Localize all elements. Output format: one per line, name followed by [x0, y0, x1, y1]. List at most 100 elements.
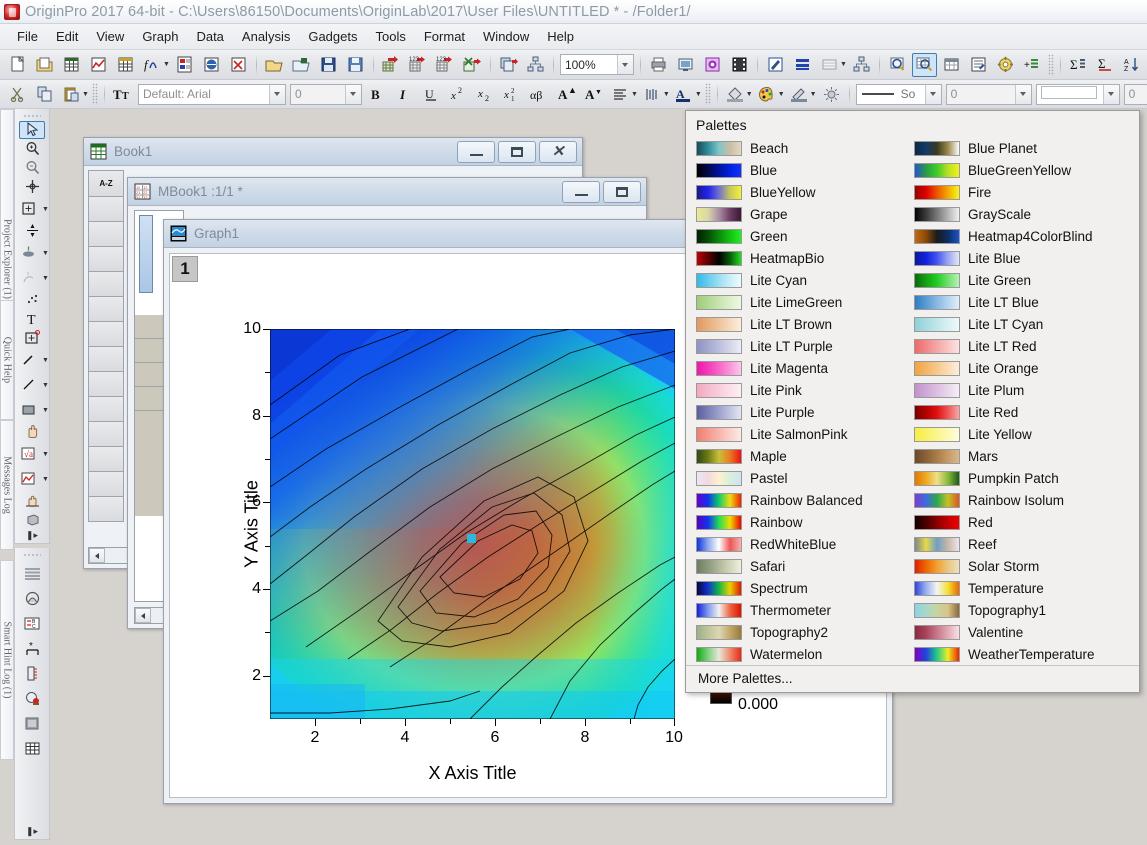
scatter-icon[interactable] [19, 291, 45, 309]
book1-minimize-button[interactable] [457, 140, 495, 163]
palette-item[interactable]: Lite SalmonPink [692, 423, 910, 445]
add-color-icon[interactable] [19, 686, 45, 710]
paste-icon[interactable] [59, 82, 84, 106]
palette-item[interactable]: Pastel [692, 467, 910, 489]
row-header-cell[interactable] [88, 472, 124, 497]
speed-mode-icon[interactable] [19, 586, 45, 610]
merge-graph-icon[interactable] [817, 53, 842, 77]
menu-item-data[interactable]: Data [187, 26, 232, 47]
palette-item[interactable]: Rainbow Isolum [910, 489, 1128, 511]
x-axis-title[interactable]: X Axis Title [270, 763, 675, 784]
palette-item[interactable]: Maple [692, 445, 910, 467]
palette-item[interactable]: Lite LT Red [910, 335, 1128, 357]
line-style-combo[interactable]: So [855, 83, 942, 105]
menu-item-tools[interactable]: Tools [367, 26, 415, 47]
palette-item[interactable]: Lite LT Blue [910, 291, 1128, 313]
text-tool-icon[interactable]: T [19, 310, 45, 328]
more-palettes-item[interactable]: More Palettes... [694, 669, 797, 688]
line-width-combo[interactable]: 0 [945, 83, 1032, 105]
hierarchy-icon[interactable] [523, 53, 548, 77]
palette-dropdown-popup[interactable]: Palettes Beach Blue BlueYellow Grape Green He… [685, 110, 1140, 693]
cut-icon[interactable] [5, 82, 30, 106]
menu-item-window[interactable]: Window [474, 26, 538, 47]
fill-color-icon[interactable] [723, 82, 748, 106]
book1-titlebar[interactable]: Book1 ✕ [84, 138, 582, 166]
row-header-cell[interactable] [88, 422, 124, 447]
statistics-icon[interactable]: Σ [1066, 53, 1091, 77]
new-excel-icon[interactable] [226, 53, 251, 77]
duplicate-icon[interactable] [496, 53, 521, 77]
zoom-out-tool-icon[interactable] [19, 159, 45, 177]
palette-item[interactable]: Lite Magenta [692, 357, 910, 379]
add-layer-icon[interactable]: + [1020, 53, 1045, 77]
chevron-down-icon[interactable] [268, 84, 285, 104]
mbook1-titlebar[interactable]: 11 12 21 22 31 32 MBook1 :1/1 * [128, 178, 646, 206]
mbook1-vertical-scrollbar[interactable] [139, 215, 153, 293]
import-excel-icon[interactable] [460, 53, 485, 77]
menu-item-edit[interactable]: Edit [47, 26, 87, 47]
palette-item[interactable]: Lite LT Brown [692, 313, 910, 335]
annotation-icon[interactable] [763, 53, 788, 77]
palette-icon[interactable] [755, 82, 780, 106]
decrease-font-icon[interactable]: A ▼ [581, 82, 606, 106]
color-scale-icon[interactable] [19, 661, 45, 685]
rectangle-tool-icon[interactable] [15, 398, 41, 422]
layer-contents-icon[interactable] [19, 561, 45, 585]
chevron-down-icon[interactable]: ▼ [42, 407, 49, 414]
bold-icon[interactable]: B [365, 82, 390, 106]
worksheet-icon[interactable] [939, 53, 964, 77]
toolbar-grip-2[interactable] [23, 553, 41, 558]
palette-item[interactable]: Watermelon [692, 643, 910, 665]
grid-table-icon[interactable] [19, 736, 45, 760]
lightbulb-icon[interactable] [819, 82, 844, 106]
palette-item[interactable]: Rainbow Balanced [692, 489, 910, 511]
import-single-ascii-icon[interactable]: 123 [406, 53, 431, 77]
line-color-icon[interactable] [787, 82, 812, 106]
smart-hint-log-dock[interactable]: Smart Hint Log (1) [0, 560, 14, 760]
graph-tool-icon[interactable] [15, 467, 41, 491]
import-wizard-icon[interactable] [379, 53, 404, 77]
palette-item[interactable]: Topography1 [910, 599, 1128, 621]
new-legend-icon[interactable]: BC [19, 611, 45, 635]
project-explorer-icon[interactable] [993, 53, 1018, 77]
chevron-down-icon[interactable] [1014, 84, 1031, 104]
contour-plot[interactable]: 10 8 6 4 2 2 4 6 8 10 Y Axis Title X Axi… [241, 320, 683, 783]
y-axis-title[interactable]: Y Axis Title [241, 480, 262, 568]
hide-show-icon[interactable] [640, 82, 665, 106]
zoom-in-icon[interactable] [885, 53, 910, 77]
palette-item[interactable]: Blue [692, 159, 910, 181]
palette-item[interactable]: Lite Yellow [910, 423, 1128, 445]
palette-item[interactable]: Lite Blue [910, 247, 1128, 269]
subscript-icon[interactable]: x2 [473, 82, 498, 106]
open-excel-icon[interactable] [289, 53, 314, 77]
palette-item[interactable]: Lite Cyan [692, 269, 910, 291]
menu-item-file[interactable]: File [8, 26, 47, 47]
scroll-left-icon[interactable] [89, 548, 105, 563]
hand-tool-icon[interactable] [19, 423, 45, 441]
open-icon[interactable] [262, 53, 287, 77]
chevron-down-icon[interactable]: ▼ [42, 250, 49, 257]
3d-tool-icon[interactable] [19, 511, 45, 529]
menu-item-view[interactable]: View [87, 26, 133, 47]
palette-item[interactable]: Lite Green [910, 269, 1128, 291]
layers-icon[interactable] [790, 53, 815, 77]
row-header-cell[interactable] [88, 297, 124, 322]
page-icon[interactable] [19, 711, 45, 735]
palette-item[interactable]: Lite Red [910, 401, 1128, 423]
palette-item[interactable]: Pumpkin Patch [910, 467, 1128, 489]
row-header-cell[interactable] [88, 372, 124, 397]
increase-font-icon[interactable]: A ▲ [554, 82, 579, 106]
super-sub-icon[interactable]: x21 [500, 82, 525, 106]
new-notes-icon[interactable] [199, 53, 224, 77]
add-text-icon[interactable]: * [19, 636, 45, 660]
arrow-tool-icon[interactable] [15, 348, 41, 372]
palette-item[interactable]: Reef [910, 533, 1128, 555]
menu-item-format[interactable]: Format [415, 26, 474, 47]
chevron-down-icon[interactable]: ▼ [42, 275, 49, 282]
book1-close-button[interactable]: ✕ [539, 140, 577, 163]
palette-item[interactable]: Valentine [910, 621, 1128, 643]
row-header-cell[interactable] [88, 247, 124, 272]
superscript-icon[interactable]: x2 [446, 82, 471, 106]
fill-pattern-combo[interactable] [1035, 83, 1120, 105]
data-reader-tool-icon[interactable] [15, 197, 41, 221]
